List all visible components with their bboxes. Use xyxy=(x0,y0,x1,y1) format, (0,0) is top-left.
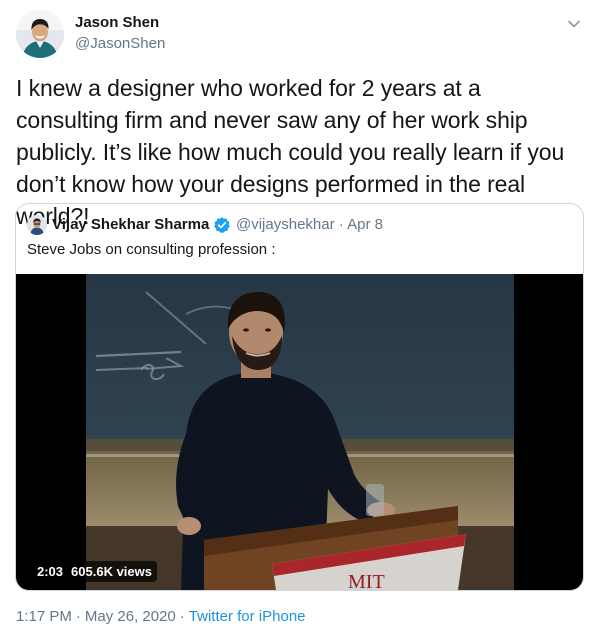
meta-separator-1: · xyxy=(75,608,81,625)
video-duration: 2:03 xyxy=(37,564,64,579)
video-stats-badge: 2:03 605.6K views xyxy=(32,561,157,582)
tweet: Jason Shen @JasonShen I knew a designer … xyxy=(0,0,599,640)
video-thumbnail: MIT xyxy=(86,274,514,590)
meta-separator-2: · xyxy=(179,608,185,625)
quoted-date[interactable]: Apr 8 xyxy=(347,216,383,233)
author-avatar[interactable] xyxy=(16,10,64,58)
verified-badge-icon xyxy=(213,216,231,234)
tweet-source-link[interactable]: Twitter for iPhone xyxy=(189,608,306,625)
author-handle[interactable]: @JasonShen xyxy=(75,35,165,52)
quoted-author-name[interactable]: Vijay Shekhar Sharma xyxy=(52,216,209,233)
video-views: 605.6K views xyxy=(71,564,152,579)
chevron-down-icon[interactable] xyxy=(564,14,584,34)
author-name[interactable]: Jason Shen xyxy=(75,14,159,31)
quoted-text: Steve Jobs on consulting profession : xyxy=(27,241,276,258)
tweet-meta: 1:17 PM · May 26, 2020 · Twitter for iPhone xyxy=(16,608,306,625)
quoted-handle-date: @vijayshekhar · Apr 8 xyxy=(236,216,383,233)
quoted-separator: · xyxy=(338,216,344,233)
video-player[interactable]: MIT 2:03 605.6K views xyxy=(16,274,583,590)
tweet-time[interactable]: 1:17 PM xyxy=(16,608,72,625)
quoted-tweet-card[interactable]: Vijay Shekhar Sharma @vijayshekhar · Apr… xyxy=(15,203,584,591)
quoted-handle[interactable]: @vijayshekhar xyxy=(236,216,335,233)
tweet-date[interactable]: May 26, 2020 xyxy=(85,608,176,625)
quoted-author-avatar[interactable] xyxy=(27,215,47,235)
